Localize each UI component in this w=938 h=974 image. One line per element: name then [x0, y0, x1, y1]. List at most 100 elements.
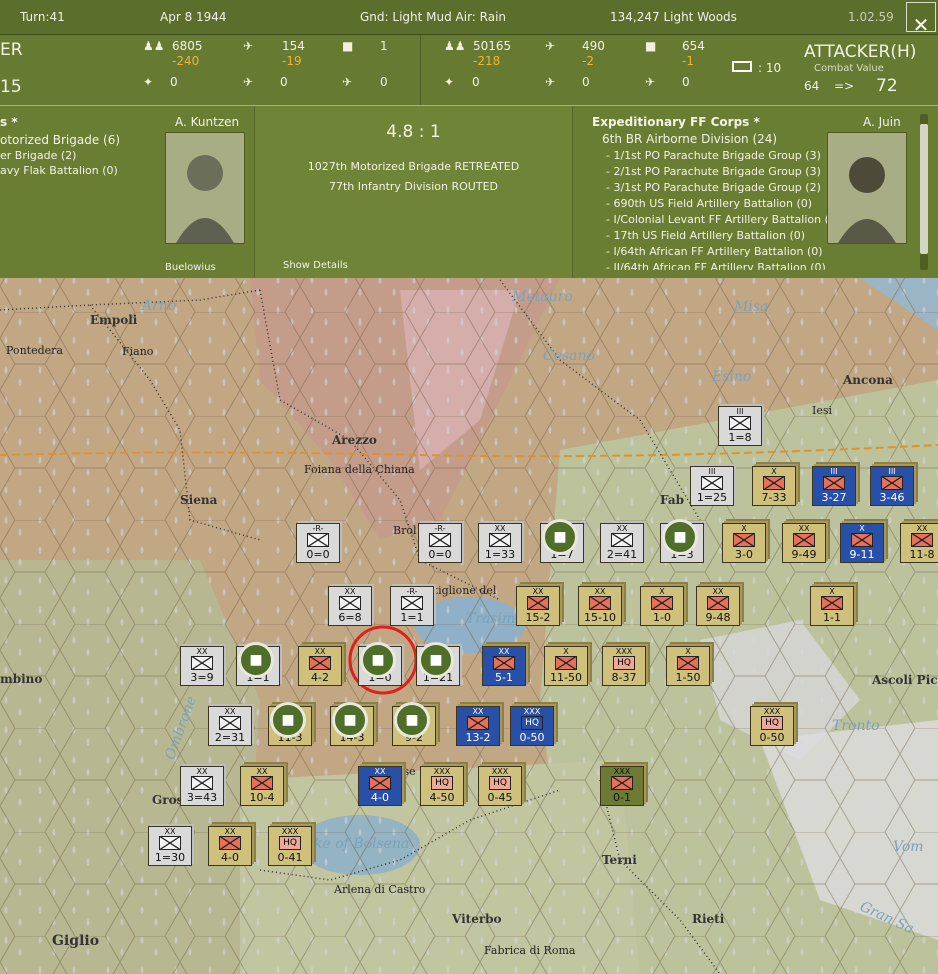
city-empoli[interactable]: Empoli	[90, 313, 137, 327]
unit-counter[interactable]: X 1-1	[810, 586, 854, 626]
unit-type-icon	[159, 836, 181, 850]
city-iesi[interactable]: Iesi	[812, 404, 832, 417]
attacker-unit-5[interactable]: - I/Colonial Levant FF Artillery Battali…	[606, 213, 840, 226]
unit-type-icon	[219, 836, 241, 850]
unit-counter[interactable]: XX 13-2	[456, 706, 500, 746]
city-viterbo[interactable]: Viterbo	[452, 912, 502, 926]
unit-counter[interactable]: X 3-0	[722, 523, 766, 563]
attacker-list-scrollbar[interactable]	[920, 114, 928, 270]
unit-counter[interactable]: XX 4-0	[208, 826, 252, 866]
scrollbar-thumb[interactable]	[920, 124, 928, 254]
attacker-unit-0[interactable]: 6th BR Airborne Division (24)	[602, 132, 777, 146]
unit-counter[interactable]: X 1-50	[666, 646, 710, 686]
city-pontedera[interactable]: Pontedera	[6, 344, 63, 357]
result-line-1: 1027th Motorized Brigade RETREATED	[307, 160, 520, 173]
unit-strength-label: 11-50	[550, 671, 582, 684]
unit-type-icon	[489, 533, 511, 547]
unit-counter[interactable]: X 7-33	[752, 466, 796, 506]
attacker-unit-7[interactable]: - I/64th African FF Artillery Battalion …	[606, 245, 823, 258]
city-giglio[interactable]: Giglio	[52, 933, 99, 949]
attacker-unit-6[interactable]: - 17th US Field Artillery Battalion (0)	[606, 229, 805, 242]
city-gros[interactable]: Gros	[152, 793, 183, 807]
city-ancona[interactable]: Ancona	[843, 373, 893, 387]
city-foiana[interactable]: Foiana della Chiana	[304, 463, 415, 476]
city-arezzo[interactable]: Arezzo	[332, 433, 377, 447]
unit-type-icon: HQ	[761, 716, 783, 730]
unit-counter[interactable]: X 11-50	[544, 646, 588, 686]
city-siena[interactable]: Siena	[180, 493, 217, 507]
unit-counter[interactable]: XXX HQ 8-37	[602, 646, 646, 686]
unit-counter[interactable]: XX 4-2	[298, 646, 342, 686]
unit-strength-label: 8-37	[611, 671, 637, 684]
attacker-unit-3[interactable]: - 3/1st PO Parachute Brigade Group (2)	[606, 181, 821, 194]
unit-type-icon	[763, 476, 785, 490]
unit-counter[interactable]: XX 5-1	[482, 646, 526, 686]
city-ascoli[interactable]: Ascoli Pice	[872, 673, 938, 687]
defender-unit-0[interactable]: otorized Brigade (6)	[0, 133, 120, 147]
attacker-unit-4[interactable]: - 690th US Field Artillery Battalion (0)	[606, 197, 812, 210]
unit-counter[interactable]: XX 2=31	[208, 706, 252, 746]
city-fiano[interactable]: Fiano	[122, 345, 153, 358]
unit-counter[interactable]: XX 3=9	[180, 646, 224, 686]
unit-counter[interactable]: III 1=8	[718, 406, 762, 446]
unit-counter[interactable]: X 1-0	[640, 586, 684, 626]
unit-counter[interactable]: XX 9-48	[696, 586, 740, 626]
tank-disc-icon: ■	[332, 702, 368, 738]
attacker-unit-2[interactable]: - 2/1st PO Parachute Brigade Group (3)	[606, 165, 821, 178]
defender-unit-1[interactable]: er Brigade (2)	[0, 149, 76, 162]
tank-disc-icon: ■	[270, 702, 306, 738]
city-terni[interactable]: Terni	[602, 853, 637, 867]
att-planes: 490	[582, 39, 605, 53]
city-mbino[interactable]: mbino	[0, 672, 42, 686]
unit-counter[interactable]: -R- 0=0	[418, 523, 462, 563]
unit-type-icon	[251, 776, 273, 790]
unit-counter[interactable]: XXX HQ 0-41	[268, 826, 312, 866]
city-brol[interactable]: Brol	[393, 524, 416, 537]
unit-counter[interactable]: -R- 1=1	[390, 586, 434, 626]
attacker-unit-1[interactable]: - 1/1st PO Parachute Brigade Group (3)	[606, 149, 821, 162]
unit-counter[interactable]: XX 11-8	[900, 523, 938, 563]
att-men-loss: -218	[473, 54, 501, 68]
show-details-link[interactable]: Show Details	[283, 260, 348, 271]
unit-counter[interactable]: III 1=25	[690, 466, 734, 506]
unit-counter[interactable]: XX 1=33	[478, 523, 522, 563]
close-button[interactable]: ✕	[906, 2, 936, 37]
unit-counter[interactable]: XX 1=30	[148, 826, 192, 866]
unit-counter[interactable]: XX 6=8	[328, 586, 372, 626]
city-fab[interactable]: Fab	[660, 493, 684, 507]
unit-counter[interactable]: XXX HQ 0-50	[510, 706, 554, 746]
unit-counter[interactable]: XXX HQ 4-50	[420, 766, 464, 806]
city-fabrica[interactable]: Fabrica di Roma	[484, 944, 575, 957]
unit-counter[interactable]: XX 15-2	[516, 586, 560, 626]
unit-counter[interactable]: XXX HQ 0-45	[478, 766, 522, 806]
unit-counter[interactable]: XX 4-0	[358, 766, 402, 806]
unit-counter[interactable]: -R- 0=0	[296, 523, 340, 563]
unit-type-icon	[881, 476, 903, 490]
city-rieti[interactable]: Rieti	[692, 912, 724, 926]
unit-counter[interactable]: XX 2=41	[600, 523, 644, 563]
unit-counter[interactable]: XXX 0-1	[600, 766, 644, 806]
unit-counter[interactable]: XX 10-4	[240, 766, 284, 806]
attacker-title: ATTACKER(H)	[804, 42, 917, 62]
city-castiglione[interactable]: stiglione del	[428, 584, 496, 597]
river-esino: Esino	[712, 369, 752, 385]
unit-counter[interactable]: X 9-11	[840, 523, 884, 563]
men-icon: ♟♟	[444, 39, 466, 53]
city-arlena[interactable]: Arlena di Castro	[334, 883, 425, 896]
unit-counter[interactable]: XX 15-10	[578, 586, 622, 626]
unit-type-icon: HQ	[431, 776, 453, 790]
unit-counter[interactable]: III 3-27	[812, 466, 856, 506]
unit-counter[interactable]: XX 3=43	[180, 766, 224, 806]
attacker-unit-8[interactable]: - II/64th African FF Artillery Battalion…	[606, 261, 826, 270]
unit-type-icon	[339, 596, 361, 610]
unit-counter[interactable]: III 3-46	[870, 466, 914, 506]
unit-type-icon	[401, 596, 423, 610]
city-bolsena-frag[interactable]: lse	[400, 765, 416, 778]
unit-counter[interactable]: XX 9-49	[782, 523, 826, 563]
transport-icon: ✈	[342, 75, 353, 89]
defender-title: ER	[0, 40, 23, 60]
unit-counter[interactable]: XXX HQ 0-50	[750, 706, 794, 746]
unit-type-icon	[191, 656, 213, 670]
unit-size-label: XX	[798, 524, 810, 533]
defender-unit-2[interactable]: avy Flak Battalion (0)	[0, 164, 118, 177]
